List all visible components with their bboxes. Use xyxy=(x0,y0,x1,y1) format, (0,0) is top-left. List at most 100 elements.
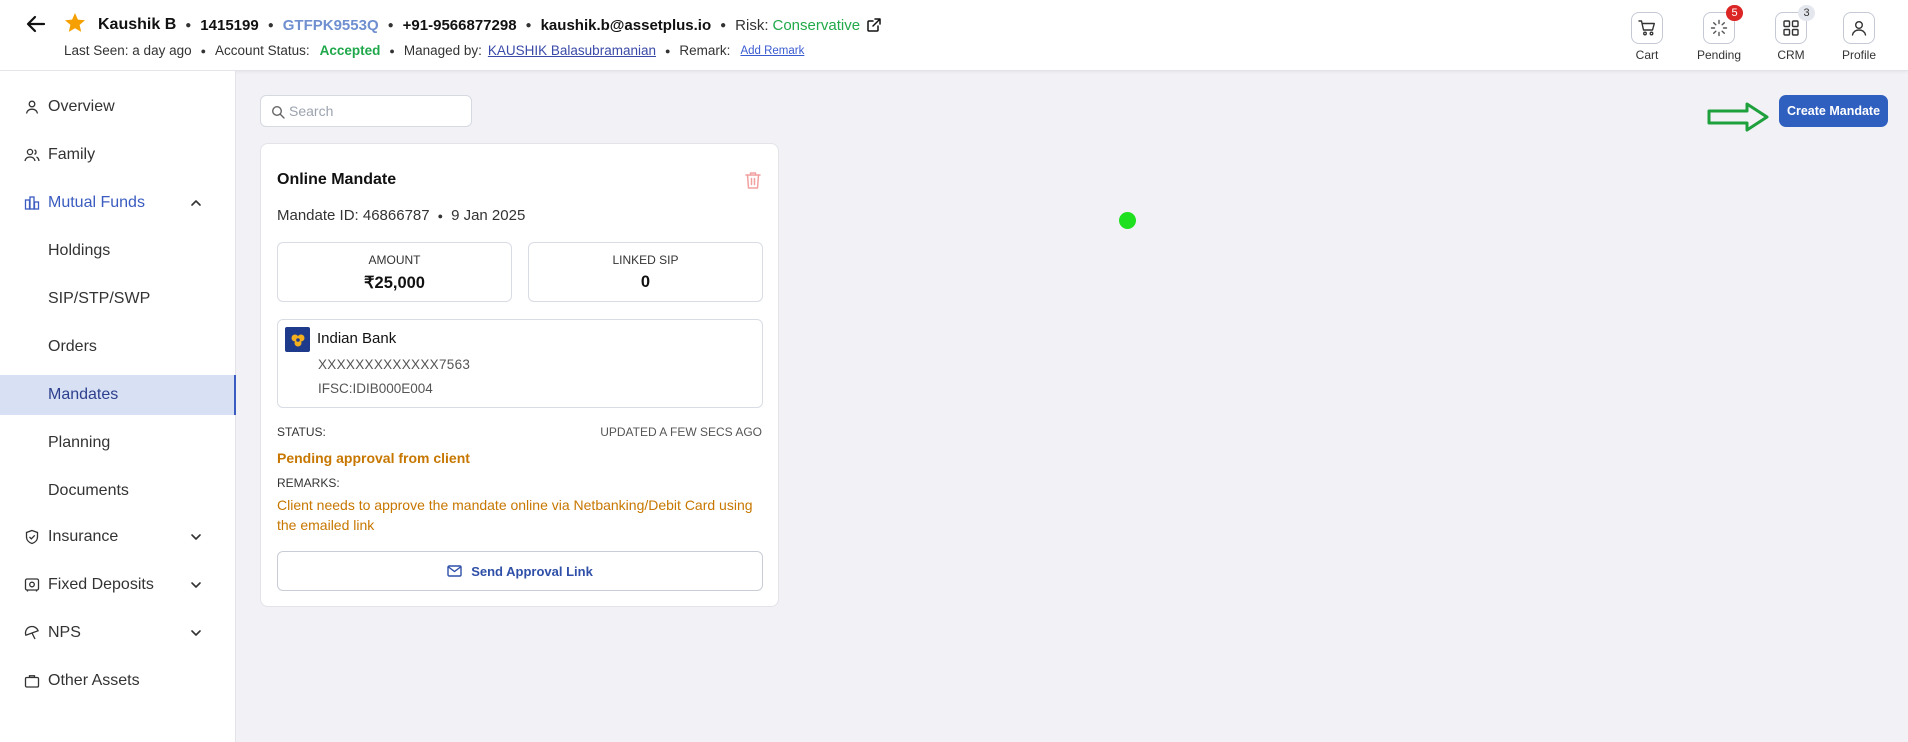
mandate-card: Online Mandate Mandate ID: 46866787 ● 9 … xyxy=(260,143,779,607)
pending-label: Pending xyxy=(1696,48,1742,62)
separator: ● xyxy=(664,45,671,56)
separator: ● xyxy=(525,19,532,31)
add-remark-link[interactable]: Add Remark xyxy=(740,45,804,57)
separator: ● xyxy=(389,45,395,56)
sidebar-item-nps[interactable]: NPS xyxy=(0,613,236,653)
status-label: STATUS: xyxy=(277,425,326,439)
cursor-marker xyxy=(1119,212,1136,229)
sidebar-item-insurance[interactable]: Insurance xyxy=(0,517,236,557)
sidebar-item-label: Other Assets xyxy=(48,672,140,689)
star-icon[interactable] xyxy=(63,11,87,35)
pending-count-badge: 5 xyxy=(1726,5,1743,21)
bank-details: Indian Bank XXXXXXXXXXXXX7563 IFSC:IDIB0… xyxy=(277,319,763,408)
chevron-up-icon[interactable] xyxy=(189,196,203,210)
sidebar-item-label: Documents xyxy=(48,482,129,499)
sidebar-item-other-assets[interactable]: Other Assets xyxy=(0,661,236,701)
user-icon xyxy=(25,100,39,114)
amount-stat: AMOUNT ₹25,000 xyxy=(277,242,512,302)
separator: ● xyxy=(387,19,394,31)
sidebar-item-label: Family xyxy=(48,146,96,163)
grid-icon xyxy=(1783,20,1799,36)
sidebar-item-label: Mutual Funds xyxy=(48,194,145,211)
risk-value: Conservative xyxy=(772,16,861,34)
amount-label: AMOUNT xyxy=(368,253,421,267)
sidebar-item-sip-stp-swp[interactable]: SIP/STP/SWP xyxy=(0,279,236,319)
mandate-title: Online Mandate xyxy=(277,171,397,188)
sidebar-item-label: Holdings xyxy=(48,242,111,259)
sidebar-item-mandates[interactable]: Mandates xyxy=(0,375,236,415)
separator: ● xyxy=(267,19,274,31)
sidebar-item-documents[interactable]: Documents xyxy=(0,471,236,511)
risk-label: Risk: xyxy=(735,16,769,34)
crm-count-badge: 3 xyxy=(1798,5,1815,21)
sidebar-item-label: Insurance xyxy=(48,528,119,545)
chevron-down-icon[interactable] xyxy=(189,578,203,592)
send-approval-link-button[interactable]: Send Approval Link xyxy=(277,551,763,591)
cart-icon xyxy=(1638,20,1655,36)
search-input[interactable] xyxy=(289,101,465,121)
sidebar-item-overview[interactable]: Overview xyxy=(0,87,236,127)
mandate-date: 9 Jan 2025 xyxy=(451,207,526,224)
account-status-label: Account Status: xyxy=(215,43,310,58)
managed-by-label: Managed by: xyxy=(403,43,482,58)
sidebar-item-label: SIP/STP/SWP xyxy=(48,290,151,307)
shield-icon xyxy=(25,529,39,545)
crm-icon-box: 3 xyxy=(1775,5,1815,44)
account-info-line: Last Seen: a day ago ● Account Status: A… xyxy=(64,43,804,58)
client-name: Kaushik B xyxy=(98,16,177,33)
sidebar-item-orders[interactable]: Orders xyxy=(0,327,236,367)
safe-icon xyxy=(24,578,40,592)
mail-icon xyxy=(447,565,462,577)
sidebar-item-fixed-deposits[interactable]: Fixed Deposits xyxy=(0,565,236,605)
sidebar-item-mutual-funds[interactable]: Mutual Funds xyxy=(0,183,236,223)
amount-value: ₹25,000 xyxy=(364,274,425,292)
ifsc-code: IFSC:IDIB000E004 xyxy=(318,381,433,396)
chevron-down-icon[interactable] xyxy=(189,626,203,640)
sidebar-item-label: Fixed Deposits xyxy=(48,576,154,593)
separator: ● xyxy=(437,210,444,221)
profile-button[interactable]: Profile xyxy=(1829,12,1889,62)
updated-time: UPDATED A FEW SECS AGO xyxy=(600,425,762,439)
account-status-value: Accepted xyxy=(319,43,381,58)
send-approval-link-label: Send Approval Link xyxy=(471,563,593,579)
profile-icon-box xyxy=(1843,12,1875,44)
separator: ● xyxy=(720,19,727,31)
email-address: kaushik.b@assetplus.io xyxy=(540,16,712,34)
bank-name: Indian Bank xyxy=(317,330,397,347)
managed-by-link[interactable]: KAUSHIK Balasubramanian xyxy=(488,43,656,58)
bank-logo-icon xyxy=(285,327,310,352)
sidebar-item-planning[interactable]: Planning xyxy=(0,423,236,463)
sidebar-item-holdings[interactable]: Holdings xyxy=(0,231,236,271)
sidebar-item-label: Orders xyxy=(48,338,97,355)
sidebar-item-label: Mandates xyxy=(48,386,119,403)
create-mandate-button[interactable]: Create Mandate xyxy=(1779,95,1888,127)
arrow-right-icon xyxy=(1707,102,1769,132)
mandate-meta: Mandate ID: 46866787 ● 9 Jan 2025 xyxy=(277,207,525,224)
delete-trash-icon[interactable] xyxy=(744,170,762,190)
cart-button[interactable]: Cart xyxy=(1617,12,1677,62)
users-icon xyxy=(24,148,40,162)
search-icon xyxy=(271,105,285,119)
phone-number: +91-9566877298 xyxy=(402,16,517,34)
back-arrow-icon[interactable] xyxy=(24,12,48,36)
external-link-icon[interactable] xyxy=(866,17,882,33)
sidebar-item-family[interactable]: Family xyxy=(0,135,236,175)
sidebar-item-label: NPS xyxy=(48,624,81,641)
umbrella-icon xyxy=(24,625,39,640)
sidebar-item-label: Planning xyxy=(48,434,111,451)
cart-label: Cart xyxy=(1635,48,1659,62)
remark-label: Remark: xyxy=(679,43,731,58)
status-value: Pending approval from client xyxy=(277,450,470,466)
sidebar: Overview Family Mutual Funds Holdings SI… xyxy=(0,71,236,742)
crm-button[interactable]: 3 CRM xyxy=(1761,5,1821,62)
separator: ● xyxy=(200,45,207,56)
crm-label: CRM xyxy=(1777,48,1805,62)
pending-icon-box: 5 xyxy=(1703,5,1743,44)
linked-sip-stat: LINKED SIP 0 xyxy=(528,242,763,302)
briefcase-icon xyxy=(24,675,40,688)
last-seen: Last Seen: a day ago xyxy=(64,43,192,58)
sidebar-item-label: Overview xyxy=(48,98,115,115)
pending-button[interactable]: 5 Pending xyxy=(1689,5,1749,62)
remarks-label: REMARKS: xyxy=(277,476,340,490)
chevron-down-icon[interactable] xyxy=(189,530,203,544)
